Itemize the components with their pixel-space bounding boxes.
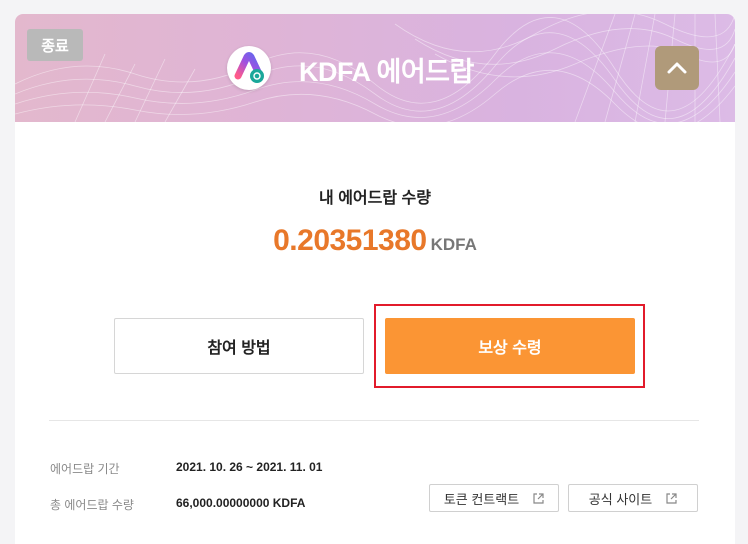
page-title: KDFA 에어드랍	[299, 57, 474, 87]
chevron-up-icon	[667, 62, 687, 74]
token-contract-link[interactable]: 토큰 컨트랙트	[429, 484, 559, 512]
amount-unit: KDFA	[430, 235, 477, 254]
kdfa-logo-icon	[227, 46, 271, 90]
official-site-label: 공식 사이트	[588, 491, 653, 507]
divider	[49, 420, 699, 421]
collapse-button[interactable]	[655, 46, 699, 90]
period-value: 2021. 10. 26 ~ 2021. 11. 01	[176, 460, 323, 474]
total-value: 66,000.00000000 KDFA	[176, 496, 306, 510]
airdrop-card: 종료 KDFA 에어드랍 내 에어드랍 수량 0.20351380 KDFA 참…	[15, 14, 735, 544]
official-site-link[interactable]: 공식 사이트	[568, 484, 698, 512]
my-airdrop-label: 내 에어드랍 수량	[319, 190, 431, 207]
token-contract-label: 토큰 컨트랙트	[443, 491, 520, 507]
status-badge: 종료	[27, 29, 83, 61]
period-label: 에어드랍 기간	[50, 462, 120, 476]
total-label: 총 에어드랍 수량	[50, 498, 134, 512]
external-link-icon	[533, 492, 544, 504]
how-to-participate-button[interactable]: 참여 방법	[114, 318, 364, 374]
external-link-icon	[666, 492, 677, 504]
airdrop-banner: 종료 KDFA 에어드랍	[15, 14, 735, 122]
kdfa-logo-graphic	[234, 52, 264, 83]
my-airdrop-amount: 0.20351380	[273, 224, 427, 257]
claim-reward-button[interactable]: 보상 수령	[385, 318, 635, 374]
my-airdrop-amount-row: 0.20351380 KDFA	[15, 224, 735, 258]
